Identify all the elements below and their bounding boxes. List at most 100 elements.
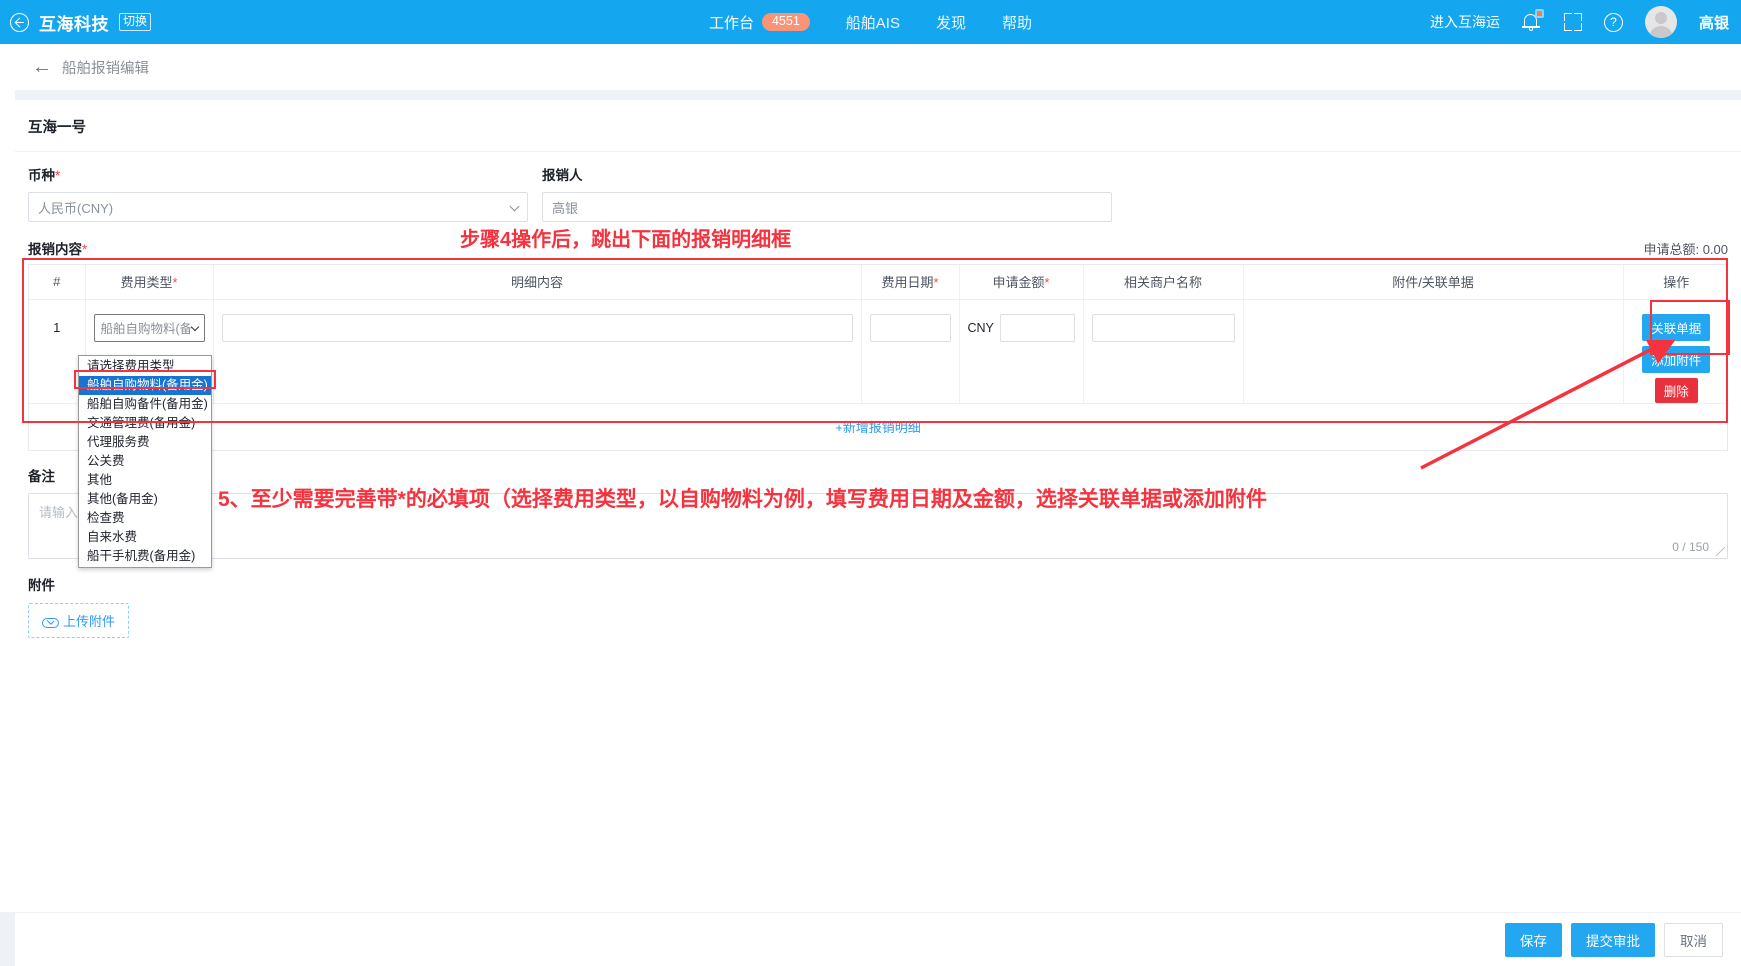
currency-select-value: 人民币(CNY) [38,200,114,216]
cell-detail [213,299,862,404]
detail-content-input[interactable] [221,313,853,342]
question-mark-icon[interactable]: ? [1603,12,1623,32]
dropdown-option-8[interactable]: 检查费 [79,509,211,528]
col-amount-text: 申请金额 [992,275,1045,291]
nav-label-ais: 船舶AIS [845,14,900,32]
nav-item-ais[interactable]: 船舶AIS [846,12,900,33]
dropdown-option-4[interactable]: 代理服务费 [79,433,211,452]
expense-type-select[interactable]: 船舶自购物料(备 [93,313,205,342]
page-title: 船舶报销编辑 [62,60,149,77]
notification-dot [1534,9,1544,18]
currency-select[interactable]: 人民币(CNY) [28,192,528,222]
dropdown-option-6[interactable]: 其他 [79,471,211,490]
field-currency: 币种* 人民币(CNY) [28,164,528,222]
applicant-input[interactable]: 高银 [542,192,1112,222]
nav-label-discover: 发现 [935,14,966,32]
amount-group: CNY [967,313,1075,342]
dropdown-option-7[interactable]: 其他(备用金) [79,490,211,509]
save-button[interactable]: 保存 [1505,922,1562,957]
resize-grip-icon[interactable] [1716,546,1725,556]
edit-form-card: 互海一号 币种* 人民币(CNY) 报销人 高银 报销内容* 申请总额: 0.0… [15,100,1741,912]
upload-attachment-button[interactable]: 上传附件 [28,602,130,638]
col-expense-type: 费用类型* [85,265,214,300]
reimbursement-header: 报销内容* 申请总额: 0.00 [15,222,1741,264]
dropdown-option-1[interactable]: 船舶自购物料(备用金) [79,376,211,395]
reimbursement-detail-table: # 费用类型* 明细内容 费用日期* 申请金额* 相关商户名称 附件/关联单据 … [29,265,1729,404]
user-name-label: 高银 [1698,14,1729,32]
cell-index: 1 [29,299,86,404]
remarks-textarea[interactable]: 请输入备注 0 / 150 [28,492,1728,559]
left-rail [0,44,15,912]
expense-type-select-value: 船舶自购物料(备 [100,322,193,336]
col-date-text: 费用日期 [881,275,934,291]
back-arrow-icon[interactable]: ← [32,57,52,77]
expense-date-input[interactable] [869,313,951,342]
row-index-value: 1 [53,319,61,335]
expense-type-dropdown-list[interactable]: 请选择费用类型 船舶自购物料(备用金) 船舶自购备件(备用金) 交通管理费(备用… [78,355,212,568]
remarks-placeholder: 请输入备注 [39,504,105,520]
cloud-upload-icon [42,615,59,628]
bell-icon[interactable] [1521,9,1544,33]
page-body: ← 船舶报销编辑 互海一号 币种* 人民币(CNY) 报销人 高银 报销内容* … [0,44,1741,966]
col-expense-type-star: * [172,275,178,291]
breadcrumb: ← 船舶报销编辑 [15,44,1741,90]
dropdown-option-5[interactable]: 公关费 [79,452,211,471]
dropdown-option-9[interactable]: 自来水费 [79,528,211,547]
nav-item-help[interactable]: 帮助 [1002,12,1032,33]
reimbursement-label: 报销内容* [28,238,87,258]
add-reimbursement-detail-link[interactable]: +新增报销明细 [835,420,921,435]
topbar-right-group: 进入互海运 ? 高银 [1430,0,1729,44]
reimbursement-detail-table-wrapper: # 费用类型* 明细内容 费用日期* 申请金额* 相关商户名称 附件/关联单据 … [28,264,1729,451]
dropdown-option-2[interactable]: 船舶自购备件(备用金) [79,395,211,414]
reimbursement-label-text: 报销内容 [28,242,82,257]
apply-total-amount: 申请总额: 0.00 [1643,242,1728,257]
nav-label-workbench: 工作台 [708,14,754,32]
dropdown-option-3[interactable]: 交通管理费(备用金) [79,414,211,433]
operation-buttons: 关联单据 添加附件 删除 [1632,313,1722,403]
nav-item-workbench[interactable]: 工作台 4551 [709,12,810,33]
col-amount-star: * [1044,275,1050,291]
col-amount: 申请金额* [959,265,1084,300]
attachment-label: 附件 [28,577,55,593]
field-applicant: 报销人 高银 [542,164,1112,222]
link-document-button[interactable]: 关联单据 [1642,313,1711,341]
submit-approval-button[interactable]: 提交审批 [1571,922,1655,957]
currency-required-star: * [55,168,61,183]
cell-operation: 关联单据 添加附件 删除 [1623,299,1729,404]
dropdown-option-10[interactable]: 船干手机费(备用金) [79,547,211,566]
circle-back-icon[interactable] [10,12,29,32]
avatar[interactable] [1644,6,1677,38]
currency-label-text: 币种 [28,168,55,183]
col-expense-type-text: 费用类型 [120,275,173,291]
dropdown-option-0[interactable]: 请选择费用类型 [79,357,211,376]
remarks-counter: 0 / 150 [1672,539,1709,554]
merchant-name-input[interactable] [1091,313,1235,342]
applicant-input-value: 高银 [552,200,579,216]
cell-attachment [1243,299,1624,404]
app-root: 互海科技 切换 工作台 4551 船舶AIS 发现 帮助 进入互海运 ? 高银 … [0,0,1741,966]
upload-attachment-label: 上传附件 [63,613,116,629]
apply-amount-input[interactable] [999,313,1075,342]
chevron-down-icon [509,201,520,212]
col-detail: 明细内容 [213,265,862,300]
add-attachment-button[interactable]: 添加附件 [1642,345,1711,373]
nav-item-discover[interactable]: 发现 [936,12,966,33]
table-row: 1 船舶自购物料(备 CNY 关联单据 添加附件 删除 [29,299,1729,404]
form-row-basic: 币种* 人民币(CNY) 报销人 高银 [15,152,1741,222]
currency-code-label: CNY [967,320,994,335]
col-operation: 操作 [1623,265,1729,300]
add-detail-row: +新增报销明细 [29,404,1727,450]
fullscreen-icon[interactable] [1563,13,1582,31]
footer-action-bar: 保存 提交审批 取消 [15,912,1741,966]
remarks-label: 备注 [28,468,55,484]
cancel-button[interactable]: 取消 [1664,922,1723,957]
col-date-star: * [933,275,939,291]
topbar-nav-group: 工作台 4551 船舶AIS 发现 帮助 [671,12,1071,33]
col-merchant: 相关商户名称 [1083,265,1244,300]
switch-tenant-button[interactable]: 切换 [119,13,152,31]
enter-huhaiyun-link[interactable]: 进入互海运 [1430,12,1500,32]
currency-label: 币种* [28,164,528,184]
delete-row-button[interactable]: 删除 [1654,377,1698,403]
top-navigation-bar: 互海科技 切换 工作台 4551 船舶AIS 发现 帮助 进入互海运 ? 高银 [0,0,1741,44]
cell-amount: CNY [959,299,1084,404]
